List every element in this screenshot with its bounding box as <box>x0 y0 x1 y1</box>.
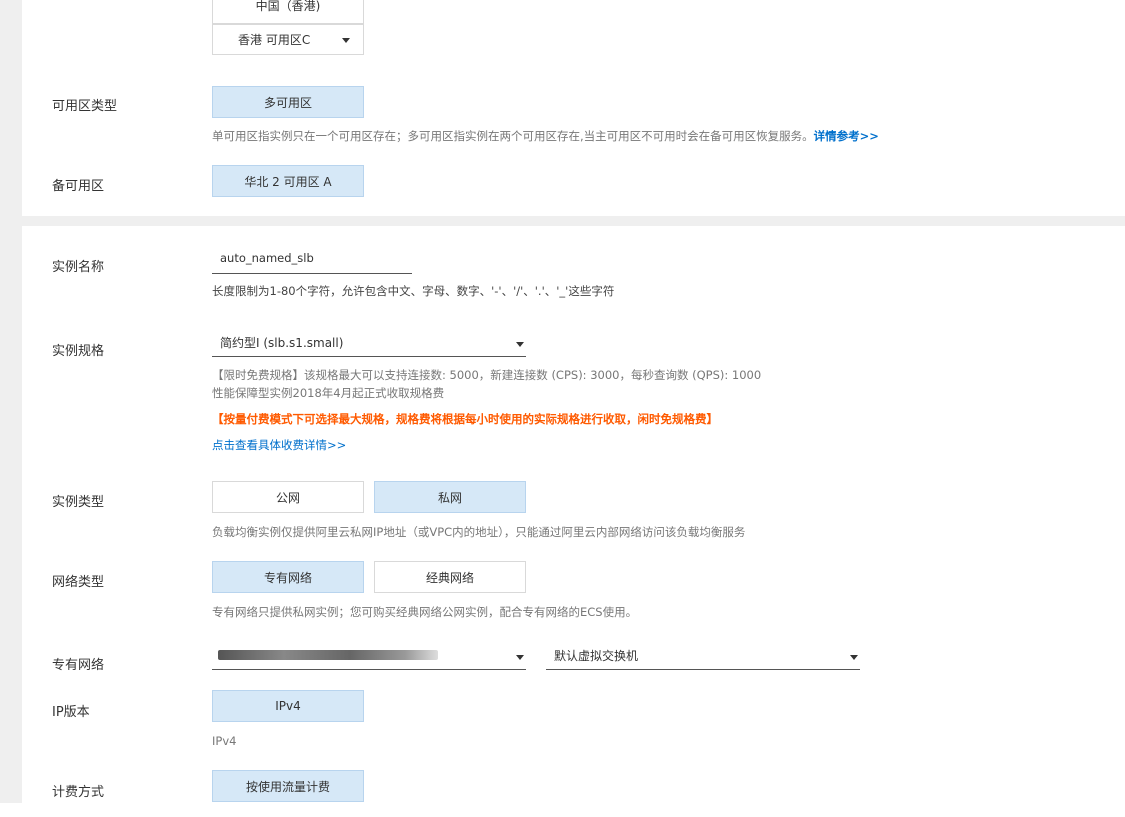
vpc-label: 专有网络 <box>52 658 105 673</box>
network-type-classic-label: 经典网络 <box>425 570 474 585</box>
region-option[interactable]: 中国（香港) <box>212 0 364 24</box>
instance-spec-note-1: 【限时免费规格】该规格最大可以支持连接数: 5000，新建连接数 (CPS): … <box>212 368 762 382</box>
instance-type-note: 负载均衡实例仅提供阿里云私网IP地址（或VPC内的地址），只能通过阿里云内部网络… <box>212 525 746 539</box>
chevron-down-icon <box>516 342 524 347</box>
zone-type-note-text: 单可用区指实例只在一个可用区存在；多可用区指实例在两个可用区存在,当主可用区不可… <box>212 129 814 143</box>
backup-zone-option-label: 华北 2 可用区 A <box>244 174 332 189</box>
network-type-label: 网络类型 <box>52 575 105 590</box>
instance-spec-value: 简约型I (slb.s1.small) <box>220 336 344 350</box>
instance-name-label: 实例名称 <box>52 260 105 275</box>
zone-type-note: 单可用区指实例只在一个可用区存在；多可用区指实例在两个可用区存在,当主可用区不可… <box>212 128 879 144</box>
pricing-detail-link[interactable]: 点击查看具体收费详情>> <box>212 437 346 453</box>
billing-label: 计费方式 <box>52 785 105 800</box>
instance-spec-warning: 【按量付费模式下可选择最大规格，规格费将根据每小时使用的实际规格进行收取，闲时免… <box>212 412 718 426</box>
chevron-down-icon <box>342 38 350 43</box>
zone-select[interactable]: 香港 可用区C <box>212 24 364 55</box>
zone-type-detail-link[interactable]: 详情参考>> <box>814 129 879 143</box>
network-type-vpc-option[interactable]: 专有网络 <box>212 561 364 593</box>
vswitch-select[interactable]: 默认虚拟交换机 <box>546 647 860 670</box>
vswitch-value: 默认虚拟交换机 <box>554 649 639 663</box>
zone-type-label: 可用区类型 <box>52 99 118 114</box>
network-type-note: 专有网络只提供私网实例；您可购买经典网络公网实例，配合专有网络的ECS使用。 <box>212 605 638 619</box>
redacted-vpc-value <box>218 650 438 660</box>
instance-type-public-label: 公网 <box>275 490 300 505</box>
backup-zone-label: 备可用区 <box>52 179 105 194</box>
bottom-strip <box>0 803 1125 817</box>
instance-type-label: 实例类型 <box>52 495 105 510</box>
instance-spec-label: 实例规格 <box>52 344 105 359</box>
instance-config-panel <box>22 226 1125 803</box>
network-type-classic-option[interactable]: 经典网络 <box>374 561 526 593</box>
instance-type-private-label: 私网 <box>437 490 462 505</box>
instance-type-public-option[interactable]: 公网 <box>212 481 364 513</box>
instance-name-input[interactable]: auto_named_slb <box>212 251 412 274</box>
region-option-label: 中国（香港) <box>255 0 321 13</box>
backup-zone-option[interactable]: 华北 2 可用区 A <box>212 165 364 197</box>
zone-select-value: 香港 可用区C <box>238 33 311 47</box>
network-type-vpc-label: 专有网络 <box>263 570 312 585</box>
zone-type-multi-option[interactable]: 多可用区 <box>212 86 364 118</box>
ip-version-ipv4-label: IPv4 <box>275 699 301 713</box>
vpc-select[interactable] <box>212 647 526 670</box>
ip-version-note: IPv4 <box>212 734 237 748</box>
chevron-down-icon <box>850 655 858 660</box>
billing-traffic-option[interactable]: 按使用流量计费 <box>212 770 364 802</box>
chevron-down-icon <box>516 655 524 660</box>
instance-type-private-option[interactable]: 私网 <box>374 481 526 513</box>
instance-spec-note-2: 性能保障型实例2018年4月起正式收取规格费 <box>212 386 445 400</box>
ip-version-ipv4-option[interactable]: IPv4 <box>212 690 364 722</box>
instance-spec-select[interactable]: 简约型I (slb.s1.small) <box>212 334 526 357</box>
ip-version-label: IP版本 <box>52 705 90 720</box>
instance-name-note: 长度限制为1-80个字符，允许包含中文、字母、数字、'-'、'/'、'.'、'_… <box>212 284 615 298</box>
zone-type-multi-label: 多可用区 <box>263 95 312 110</box>
instance-name-value: auto_named_slb <box>220 251 314 265</box>
region-config-panel <box>22 0 1125 216</box>
billing-traffic-label: 按使用流量计费 <box>245 779 330 794</box>
